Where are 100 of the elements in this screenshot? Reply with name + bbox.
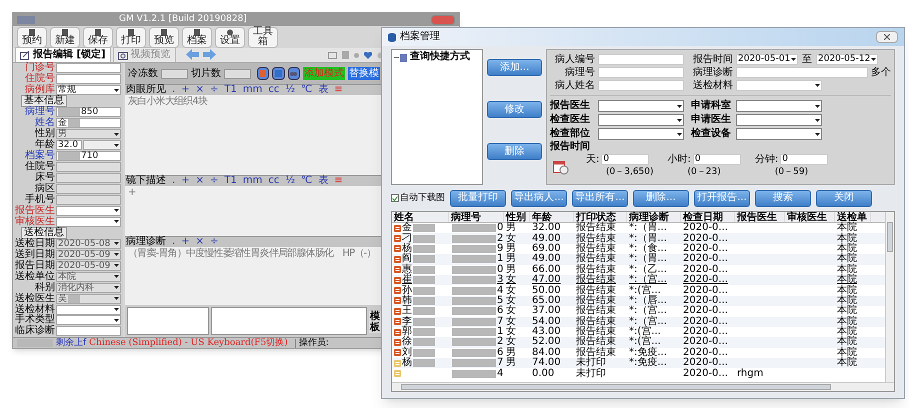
dropdown[interactable]	[598, 114, 684, 126]
dropdown[interactable]	[736, 114, 822, 126]
format-button[interactable]: ×	[196, 176, 204, 186]
format-button[interactable]: mm	[242, 176, 262, 186]
input-field[interactable]	[56, 326, 121, 336]
input-field[interactable]: 0	[601, 154, 650, 165]
toolbar-button[interactable]: 新建	[50, 26, 80, 48]
format-button[interactable]: +	[181, 237, 190, 247]
tool-button[interactable]	[272, 67, 285, 80]
format-button[interactable]: ℃	[301, 85, 312, 95]
toolbar-button[interactable]: 预约	[17, 26, 47, 48]
scrollbar[interactable]	[885, 212, 894, 382]
column-header[interactable]: 病理诊断	[627, 212, 681, 222]
format-button[interactable]: T1	[224, 85, 237, 95]
input-field[interactable]: 850	[56, 107, 121, 118]
input-field[interactable]	[598, 80, 684, 91]
format-button[interactable]: ½	[285, 176, 296, 186]
tab[interactable]: 报告编辑 [锁定]	[15, 47, 111, 62]
field-label: 病例库	[25, 85, 55, 96]
dropdown-arrow-icon	[114, 308, 119, 312]
table-cell: 杨	[402, 244, 412, 254]
column-header[interactable]: 送检单	[835, 212, 871, 222]
toolbar-button[interactable]: 打印	[116, 26, 146, 48]
dropdown[interactable]	[56, 206, 121, 216]
side-tab[interactable]: 模板	[369, 311, 381, 333]
dropdown[interactable]	[598, 100, 684, 112]
format-button[interactable]: +	[181, 176, 190, 186]
format-button[interactable]: 表	[318, 85, 328, 95]
input-field[interactable]	[161, 68, 188, 78]
dropdown[interactable]	[56, 304, 121, 315]
input-field[interactable]: 710	[56, 151, 121, 162]
tool-button[interactable]	[288, 67, 300, 80]
column-header[interactable]: 报告医生	[735, 212, 785, 222]
input-field[interactable]	[598, 54, 684, 65]
table-row[interactable]: 徐 2 女 52.00 报告结束 *:(宫... 2020-0... 本院	[392, 337, 885, 348]
date-picker[interactable]: 2020-05-01	[736, 54, 798, 65]
table-row[interactable]: 李 7 女 54.00 报告结束 *:（宫... 2020-0... 本院	[392, 316, 885, 327]
format-button[interactable]: +	[181, 85, 190, 95]
dropdown[interactable]	[736, 100, 822, 112]
format-button[interactable]: 表	[318, 176, 328, 186]
input-field[interactable]: 0	[692, 154, 741, 165]
toolbar-button[interactable]: 预览	[149, 26, 179, 48]
format-button[interactable]: ℃	[301, 176, 312, 186]
column-header[interactable]: 病理号	[449, 212, 504, 222]
mode-button[interactable]: 替换模	[348, 67, 380, 80]
table-row[interactable]: 刁 2 女 49.00 报告结束 *:（胃... 2020-0... 本院	[392, 233, 885, 244]
input-field[interactable]: 0	[780, 154, 828, 165]
dropdown[interactable]	[598, 128, 684, 140]
blur-patch	[452, 338, 496, 346]
date-picker[interactable]: 2020-05-12	[816, 54, 878, 65]
toolbar-button[interactable]: 保存	[83, 26, 113, 48]
format-button[interactable]: .	[172, 85, 176, 95]
format-button[interactable]: ½	[285, 85, 296, 95]
column-header[interactable]: 审核医生	[785, 212, 835, 222]
window-close-button[interactable]	[876, 31, 898, 43]
format-button[interactable]: .	[172, 176, 176, 186]
input-field[interactable]	[736, 67, 868, 78]
table-row[interactable]: 阎 1 男 49.00 报告结束 *:（胃... 2020-0... 本院	[392, 254, 885, 265]
dropdown[interactable]	[56, 216, 121, 227]
column-header[interactable]: 性别	[504, 212, 530, 222]
toolbar-button[interactable]: 工具箱	[248, 26, 278, 48]
toolbar-button[interactable]: 设置	[215, 26, 245, 48]
column-header[interactable]: 检查日期	[681, 212, 735, 222]
dropdown[interactable]: 常规	[56, 85, 121, 96]
tree-item[interactable]: 查询快捷方式	[410, 52, 470, 62]
dropdown[interactable]	[736, 128, 822, 140]
dropdown[interactable]	[736, 80, 822, 91]
input-field[interactable]	[56, 63, 121, 74]
dropdown[interactable]	[83, 140, 121, 150]
back-arrow-icon	[186, 49, 200, 60]
toolbar-button[interactable]: 档案	[182, 26, 212, 48]
format-button[interactable]: T1	[224, 176, 237, 186]
format-button[interactable]: cc	[268, 176, 280, 186]
column-header[interactable]: 年龄	[530, 212, 574, 222]
input-field[interactable]	[56, 74, 121, 84]
database-icon	[388, 32, 396, 42]
column-header[interactable]: 打印状态	[574, 212, 627, 222]
format-button[interactable]: ×	[196, 237, 204, 247]
dropdown[interactable]	[56, 315, 121, 326]
input-field[interactable]: 金	[56, 118, 121, 128]
format-button[interactable]: cc	[268, 85, 280, 95]
checkbox[interactable]	[391, 194, 399, 202]
table-cell-text: 2020-0...	[682, 358, 729, 368]
format-button[interactable]: mm	[242, 85, 262, 95]
scrollbar[interactable]	[392, 382, 894, 391]
table-row[interactable]: 杨 7 男 74.00 未打印 *:免疫... 2020-0... 本院	[392, 358, 885, 368]
format-button[interactable]: ×	[196, 85, 204, 95]
tool-button[interactable]	[256, 67, 270, 80]
input-field[interactable]	[598, 67, 684, 78]
table-cell-text: *:（食...	[628, 244, 668, 254]
format-button[interactable]: ÷	[210, 176, 218, 186]
input-field[interactable]: 32.0	[56, 140, 82, 150]
format-button[interactable]: ÷	[210, 237, 218, 247]
column-header[interactable]: 姓名	[392, 212, 449, 222]
format-button[interactable]: ÷	[210, 85, 218, 95]
section-text: +	[128, 187, 137, 200]
input-field[interactable]	[224, 68, 251, 78]
table-cell: 金	[402, 223, 412, 234]
document-icon	[342, 51, 349, 59]
format-button[interactable]: .	[172, 237, 176, 247]
